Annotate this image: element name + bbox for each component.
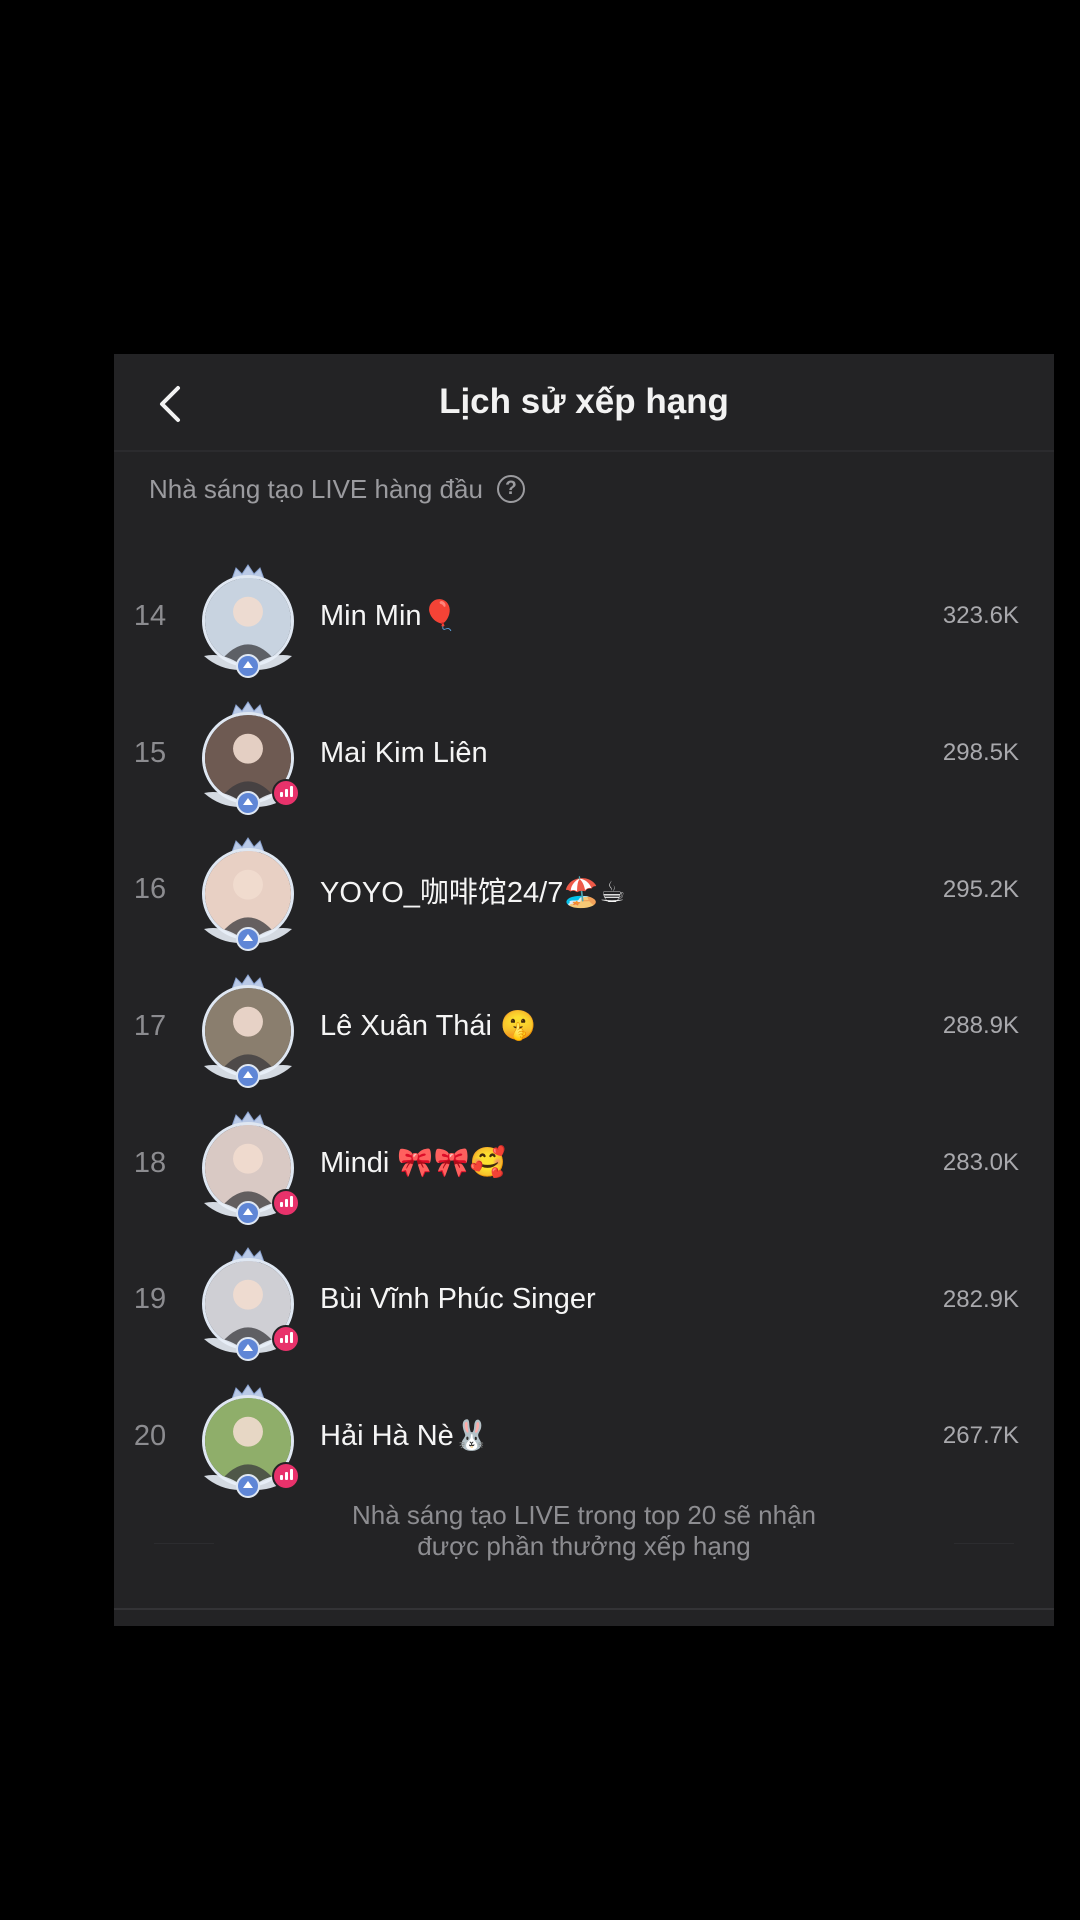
screen: Lịch sử xếp hạng Nhà sáng tạo LIVE hàng … [0,0,1080,1920]
ranking-history-panel: Lịch sử xếp hạng Nhà sáng tạo LIVE hàng … [114,354,1054,1626]
section-header: Nhà sáng tạo LIVE hàng đầu ? [149,464,525,514]
avatar-frame[interactable] [198,837,298,952]
divider [954,1543,1014,1544]
score: 282.9K [942,1285,1019,1313]
ranking-row[interactable]: 14 Min Min🎈 323.6K [114,548,1054,685]
rank-number: 17 [133,1009,167,1042]
rank-number: 15 [133,736,167,769]
header: Lịch sử xếp hạng [114,354,1054,452]
ranking-row[interactable]: 18 Mindi 🎀🎀🥰 283.0K [114,1095,1054,1232]
section-label: Nhà sáng tạo LIVE hàng đầu [149,473,483,504]
ranking-row[interactable]: 17 Lê Xuân Thái 🤫 288.9K [114,958,1054,1095]
rank-number: 20 [133,1419,167,1452]
divider [154,1543,214,1544]
rank-number: 19 [133,1283,167,1316]
rank-number: 16 [133,873,167,906]
page-title: Lịch sử xếp hạng [439,382,729,421]
score: 283.0K [942,1149,1019,1177]
avatar-frame[interactable] [198,974,298,1089]
help-icon[interactable]: ? [496,475,525,503]
live-badge-icon [272,1188,300,1217]
avatar-frame[interactable] [198,1110,300,1225]
ranking-list: 14 Min Min🎈 323.6K 15 Mai Kim Liên 298.5… [114,548,1054,1505]
creator-name[interactable]: YOYO_咖啡馆24/7🏖️☕ [320,821,625,958]
creator-name[interactable]: Mindi 🎀🎀🥰 [320,1095,506,1232]
live-badge-icon [272,1462,300,1491]
score: 295.2K [942,875,1019,903]
score: 288.9K [942,1012,1019,1040]
score: 267.7K [942,1422,1019,1450]
ranking-row[interactable]: 20 Hải Hà Nè🐰 267.7K [114,1368,1054,1505]
wings-badge-icon [204,654,292,678]
avatar-frame[interactable] [198,700,300,815]
ranking-row[interactable]: 16 YOYO_咖啡馆24/7🏖️☕ 295.2K [114,821,1054,958]
ranking-row[interactable]: 15 Mai Kim Liên 298.5K [114,685,1054,822]
avatar-frame[interactable] [198,1384,300,1499]
rank-number: 18 [133,1146,167,1179]
reward-note: Nhà sáng tạo LIVE trong top 20 sẽ nhận đ… [351,1500,816,1561]
creator-name[interactable]: Bùi Vĩnh Phúc Singer [320,1231,596,1368]
creator-name[interactable]: Lê Xuân Thái 🤫 [320,958,536,1095]
creator-name[interactable]: Hải Hà Nè🐰 [320,1368,490,1505]
avatar-frame[interactable] [198,564,298,678]
wings-badge-icon [204,1064,292,1089]
score: 298.5K [942,739,1019,767]
creator-name[interactable]: Mai Kim Liên [320,685,488,822]
panel-bottom-border [114,1608,1054,1610]
ranking-row[interactable]: 19 Bùi Vĩnh Phúc Singer 282.9K [114,1231,1054,1368]
wings-badge-icon [204,927,292,952]
live-badge-icon [272,778,300,807]
creator-name[interactable]: Min Min🎈 [320,548,458,685]
avatar-frame[interactable] [198,1247,300,1362]
rank-number: 14 [133,599,167,632]
score: 323.6K [942,602,1019,630]
